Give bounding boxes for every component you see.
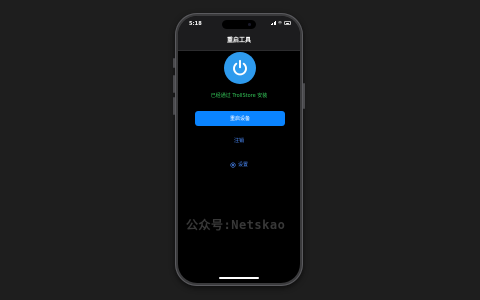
camera-icon [248, 23, 251, 26]
install-status-text: 已经通过 TrollStore 安装 [210, 93, 268, 99]
phone-screen: 5:18 重启工具 已经通过 TrollStore 安装 重启设备 注销 设置 [178, 16, 300, 283]
status-bar: 5:18 [178, 16, 300, 32]
volume-up-button [173, 75, 175, 93]
page-title: 重启工具 [226, 37, 251, 44]
restart-device-label: 重启设备 [229, 116, 250, 122]
gear-icon [230, 161, 236, 168]
watermark-text: 公众号:Netskao [186, 218, 286, 232]
signal-icon [270, 21, 276, 25]
logout-button[interactable]: 注销 [178, 137, 300, 144]
phone-frame: 5:18 重启工具 已经通过 TrollStore 安装 重启设备 注销 设置 [173, 13, 305, 286]
page-background: 5:18 重启工具 已经通过 TrollStore 安装 重启设备 注销 设置 … [0, 0, 480, 300]
power-icon [233, 59, 247, 76]
volume-down-button [173, 97, 175, 115]
logout-label: 注销 [233, 138, 244, 144]
status-icons [270, 21, 291, 25]
restart-device-button[interactable]: 重启设备 [195, 111, 285, 126]
navigation-bar: 重启工具 [178, 32, 300, 51]
mute-switch [173, 58, 175, 68]
settings-button[interactable]: 设置 [178, 161, 300, 168]
battery-icon [284, 21, 291, 25]
settings-label: 设置 [237, 162, 248, 168]
power-button[interactable] [224, 52, 256, 84]
dynamic-island [222, 20, 256, 29]
status-time: 5:18 [189, 21, 202, 27]
power-side-button [303, 83, 305, 109]
home-indicator[interactable] [219, 277, 259, 279]
wifi-icon [278, 21, 282, 25]
